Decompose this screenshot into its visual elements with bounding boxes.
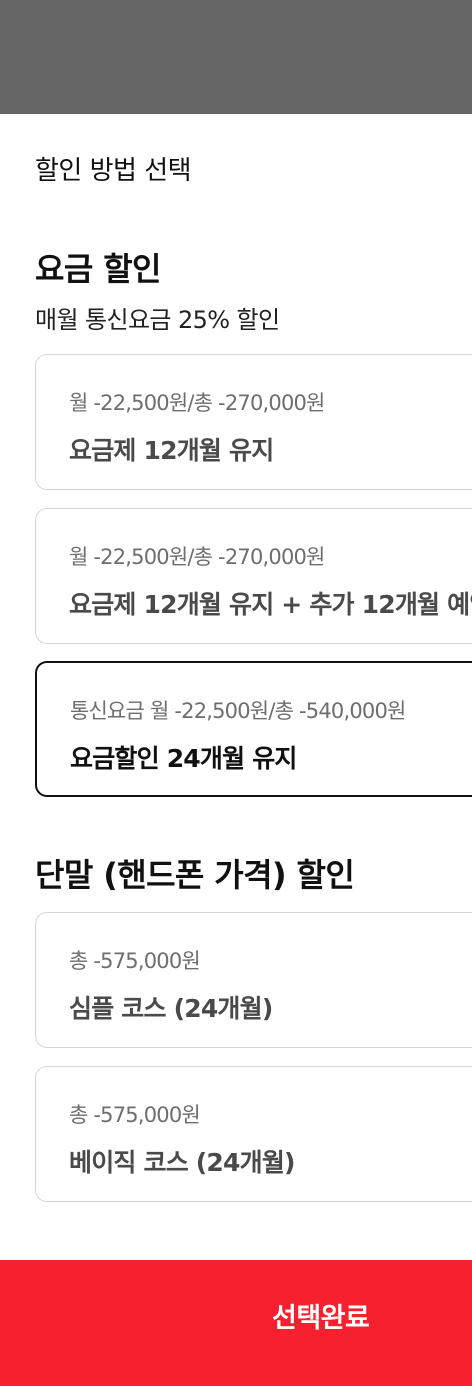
plan-discount-heading: 요금 할인 bbox=[35, 250, 162, 288]
option-label: 베이직 코스 (24개월) bbox=[69, 1148, 295, 1177]
sheet-title: 할인 방법 선택 bbox=[35, 156, 192, 186]
option-price: 월 -22,500원/총 -270,000원 bbox=[69, 545, 325, 569]
confirm-button-label: 선택완료 bbox=[272, 1303, 370, 1334]
device-option-simple-course[interactable]: 총 -575,000원 심플 코스 (24개월) bbox=[35, 912, 472, 1048]
plan-option-12-months-plus-reservation[interactable]: 월 -22,500원/총 -270,000원 요금제 12개월 유지 + 추가 … bbox=[35, 508, 472, 644]
plan-option-12-months[interactable]: 월 -22,500원/총 -270,000원 요금제 12개월 유지 bbox=[35, 354, 472, 490]
option-label: 요금제 12개월 유지 + 추가 12개월 예약 bbox=[69, 590, 472, 619]
plan-discount-subtitle: 매월 통신요금 25% 할인 bbox=[35, 306, 280, 334]
option-price: 월 -22,500원/총 -270,000원 bbox=[69, 391, 325, 415]
dimmed-background-overlay[interactable] bbox=[0, 0, 472, 114]
option-label: 요금할인 24개월 유지 bbox=[70, 744, 297, 773]
discount-method-bottom-sheet: 할인 방법 선택 요금 할인 매월 통신요금 25% 할인 월 -22,500원… bbox=[0, 114, 472, 1386]
option-label: 심플 코스 (24개월) bbox=[69, 994, 273, 1023]
option-label: 요금제 12개월 유지 bbox=[69, 436, 274, 465]
device-option-basic-course[interactable]: 총 -575,000원 베이직 코스 (24개월) bbox=[35, 1066, 472, 1202]
option-price: 통신요금 월 -22,500원/총 -540,000원 bbox=[70, 699, 406, 723]
confirm-selection-button[interactable]: 선택완료 bbox=[0, 1260, 472, 1386]
device-discount-heading: 단말 (핸드폰 가격) 할인 bbox=[35, 856, 355, 894]
option-price: 총 -575,000원 bbox=[69, 949, 201, 973]
option-price: 총 -575,000원 bbox=[69, 1103, 201, 1127]
plan-option-24-months-selected[interactable]: 통신요금 월 -22,500원/총 -540,000원 요금할인 24개월 유지 bbox=[35, 661, 472, 797]
